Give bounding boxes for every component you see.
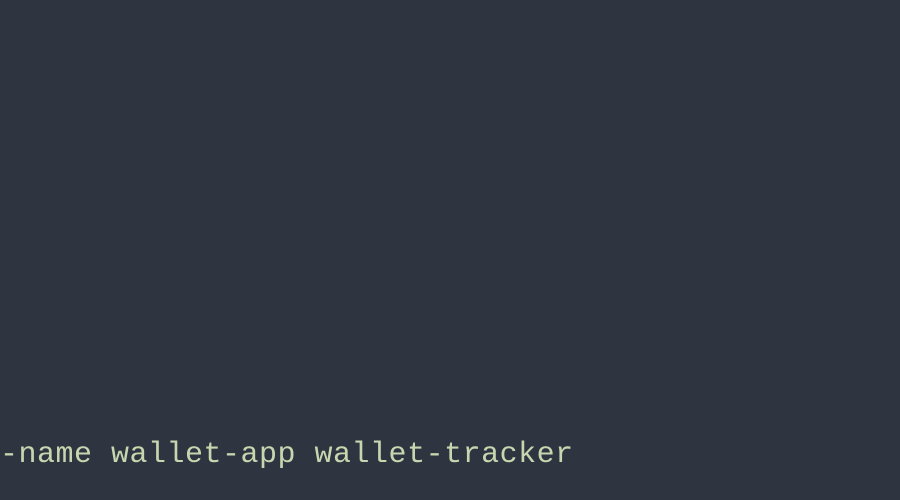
command-line-text: -name wallet-app wallet-tracker xyxy=(0,438,574,472)
terminal-window[interactable]: -name wallet-app wallet-tracker xyxy=(0,0,900,500)
